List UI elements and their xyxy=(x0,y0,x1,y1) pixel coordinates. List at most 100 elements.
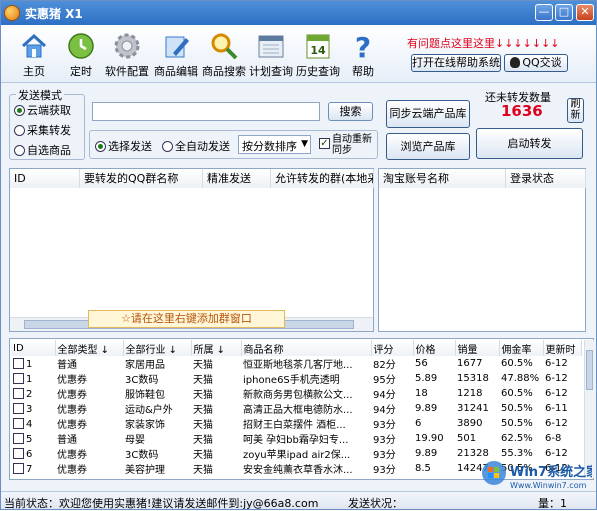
search-input[interactable] xyxy=(92,102,320,121)
win7-watermark: Win7系统之家 Www.Winwin7.com xyxy=(480,459,597,491)
add-group-hint[interactable]: ☆请在这里右键添加群窗口 xyxy=(88,310,285,328)
row-id-cell[interactable]: 3 xyxy=(11,401,55,416)
column-header[interactable]: ID xyxy=(10,169,80,188)
row-checkbox[interactable] xyxy=(13,417,24,429)
maximize-button[interactable]: □ xyxy=(555,4,573,21)
table-cell: 优惠券 xyxy=(57,450,87,461)
choose-send-radio[interactable]: 选择发送 xyxy=(95,138,152,154)
row-id-cell[interactable]: 7 xyxy=(11,461,55,476)
row-checkbox[interactable] xyxy=(13,432,24,444)
column-header[interactable]: 允许转发的群(本地采 xyxy=(271,169,374,188)
column-header[interactable]: 销量 xyxy=(455,340,500,356)
toolbar-home-button[interactable]: 主页 xyxy=(10,31,58,81)
send-mode-collect-radio[interactable]: 采集转发 xyxy=(14,122,71,138)
radio-label: 全自动发送 xyxy=(175,140,230,153)
toolbar-label: 计划查询 xyxy=(249,65,293,78)
product-table[interactable]: ID 全部类型 ↓ 全部行业 ↓ 所属 ↓ 商品名称 评分 价格 销量 佣金率 … xyxy=(11,340,582,476)
table-body: 1 普通 家居用品 天猫 恒亚斯地毯茶几客厅地... 82分 56 1677 60.5% 6-12… xyxy=(11,356,581,476)
online-help-button[interactable]: 打开在线帮助系统 xyxy=(411,54,501,72)
row-checkbox[interactable] xyxy=(13,387,24,399)
start-forward-button[interactable]: 启动转发 xyxy=(476,128,583,159)
gear-icon xyxy=(114,33,140,59)
auto-send-radio[interactable]: 全自动发送 xyxy=(162,138,230,154)
table-cell: 优惠券 xyxy=(57,375,87,386)
table-cell: 19.90 xyxy=(415,433,444,444)
taobao-account-list[interactable]: 淘宝账号名称 登录状态 xyxy=(378,168,586,332)
send-mode-cloud-radio[interactable]: 云端获取 xyxy=(14,102,71,118)
toolbar-label: 商品搜索 xyxy=(202,65,246,78)
title-bar[interactable]: 实惠猪 X1 — □ ✕ xyxy=(1,1,596,25)
toolbar-settings-button[interactable]: 软件配置 xyxy=(103,31,151,81)
table-cell: 美容护理 xyxy=(125,465,165,476)
qq-chat-button[interactable]: QQ交谈 xyxy=(504,54,568,72)
toolbar-plan-button[interactable]: 计划查询 xyxy=(247,31,295,81)
row-id-cell[interactable]: 5 xyxy=(11,431,55,446)
refresh-button[interactable]: 刷新 xyxy=(567,98,584,123)
table-cell: 普通 xyxy=(57,360,77,371)
column-header[interactable]: 所属 ↓ xyxy=(191,340,242,356)
row-id-cell[interactable]: 2 xyxy=(11,386,55,401)
toolbar-history-button[interactable]: 14 历史查询 xyxy=(294,31,342,81)
help-hint-link[interactable]: 有问题点这里这里↓↓↓↓↓↓↓ xyxy=(407,35,560,51)
minimize-button[interactable]: — xyxy=(535,4,553,21)
vertical-scrollbar[interactable] xyxy=(584,340,594,478)
column-header[interactable]: 价格 xyxy=(413,340,456,356)
column-header[interactable]: 淘宝账号名称 xyxy=(379,169,506,188)
table-cell: 家装家饰 xyxy=(125,420,165,431)
toolbar-search-button[interactable]: 商品搜索 xyxy=(200,31,248,81)
column-header[interactable]: 佣金率 xyxy=(499,340,544,356)
column-header[interactable]: 要转发的QQ群名称 xyxy=(80,169,203,188)
sync-cloud-button[interactable]: 同步云端产品库 xyxy=(386,100,470,128)
table-cell: 3C数码 xyxy=(125,450,159,461)
row-id-cell[interactable]: 4 xyxy=(11,416,55,431)
table-cell: 93分 xyxy=(373,450,396,461)
table-cell: 31241 xyxy=(457,403,489,414)
checkbox-label: 自动重新同步 xyxy=(332,134,372,156)
column-header[interactable]: 更新时 xyxy=(543,340,582,356)
chevron-down-icon: ▼ xyxy=(301,139,308,149)
table-cell: 天猫 xyxy=(193,390,213,401)
browse-library-button[interactable]: 浏览产品库 xyxy=(386,133,470,160)
table-cell: 93分 xyxy=(373,420,396,431)
table-row[interactable]: 3 优惠券 运动&户外 天猫 高清正品大框电德防水... 94分 9.89 31241 50.5… xyxy=(11,401,581,416)
row-id-cell[interactable]: 1 xyxy=(11,371,55,386)
sort-select-value: 按分数排序 xyxy=(242,140,297,153)
qq-group-list[interactable]: ID 要转发的QQ群名称 精准发送 允许转发的群(本地采 xyxy=(9,168,374,332)
column-header[interactable]: 全部行业 ↓ xyxy=(123,340,192,356)
table-cell: 6-8 xyxy=(545,433,562,444)
table-row[interactable]: 4 优惠券 家装家饰 天猫 招财王白菜摆件 酒柜... 93分 6 3890 50.5% 6-12 xyxy=(11,416,581,431)
row-checkbox[interactable] xyxy=(13,372,24,384)
row-id: 6 xyxy=(26,448,33,460)
toolbar-timer-button[interactable]: 定时 xyxy=(57,31,105,81)
table-cell: 天猫 xyxy=(193,435,213,446)
column-header[interactable]: 精准发送 xyxy=(203,169,271,188)
remaining-count-value: 1636 xyxy=(501,102,543,120)
table-row[interactable]: 1 优惠券 3C数码 天猫 iphone6S手机壳透明 95分 5.89 15318 47.88… xyxy=(11,371,581,386)
toolbar-edit-button[interactable]: 商品编辑 xyxy=(152,31,200,81)
scrollbar-thumb[interactable] xyxy=(586,350,593,390)
table-row[interactable]: 2 优惠券 服饰鞋包 天猫 新款商务男包横款公文... 94分 18 1218 60.5% 6-1… xyxy=(11,386,581,401)
table-row[interactable]: 1 普通 家居用品 天猫 恒亚斯地毯茶几客厅地... 82分 56 1677 60.5% 6-12 xyxy=(11,356,581,371)
column-header[interactable]: 全部类型 ↓ xyxy=(55,340,124,356)
column-header[interactable]: 登录状态 xyxy=(506,169,586,188)
column-header[interactable]: ID xyxy=(11,340,56,356)
column-header[interactable]: 商品名称 xyxy=(241,340,372,356)
sort-select[interactable]: 按分数排序 ▼ xyxy=(238,135,311,154)
row-checkbox[interactable] xyxy=(13,357,24,369)
table-row[interactable]: 5 普通 母婴 天猫 呵美 孕妇bb霜孕妇专... 93分 19.90 501 62.5% 6-8 xyxy=(11,431,581,446)
table-cell: 15318 xyxy=(457,373,489,384)
send-mode-custom-radio[interactable]: 自选商品 xyxy=(14,142,71,158)
auto-resync-checkbox[interactable]: ✓ 自动重新同步 xyxy=(319,134,375,156)
row-checkbox[interactable] xyxy=(13,402,24,414)
close-button[interactable]: ✕ xyxy=(576,4,594,21)
table-cell: 优惠券 xyxy=(57,405,87,416)
column-header[interactable]: 评分 xyxy=(371,340,414,356)
row-id-cell[interactable]: 6 xyxy=(11,446,55,461)
row-checkbox[interactable] xyxy=(13,462,24,474)
toolbar-help-button[interactable]: ? 帮助 xyxy=(339,31,387,81)
table-cell: 95分 xyxy=(373,375,396,386)
table-cell: 60.5% xyxy=(501,388,533,399)
row-checkbox[interactable] xyxy=(13,447,24,459)
search-button[interactable]: 搜索 xyxy=(328,102,373,121)
row-id-cell[interactable]: 1 xyxy=(11,356,55,371)
